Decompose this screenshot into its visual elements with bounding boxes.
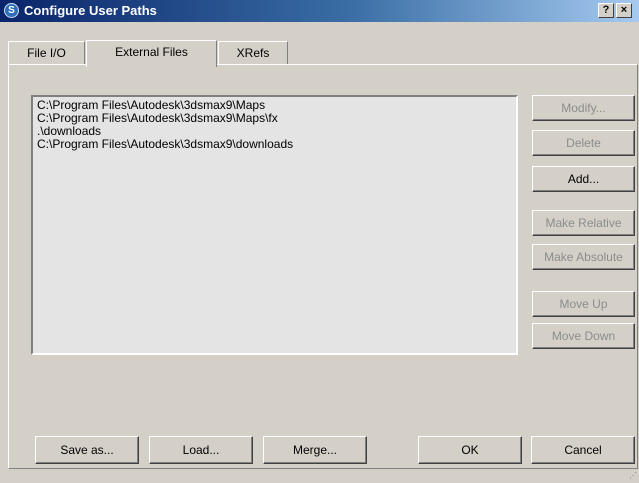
move-down-button[interactable]: Move Down [532,323,635,349]
save-as-button[interactable]: Save as... [35,436,139,464]
add-button[interactable]: Add... [532,166,635,192]
tab-xrefs[interactable]: XRefs [218,41,288,65]
app-icon: S [4,3,19,18]
list-item[interactable]: C:\Program Files\Autodesk\3dsmax9\Maps\f… [37,112,512,125]
tab-external-files[interactable]: External Files [86,40,217,67]
paths-list[interactable]: C:\Program Files\Autodesk\3dsmax9\Maps C… [31,95,518,355]
title-bar[interactable]: S Configure User Paths ? × [0,0,639,22]
delete-button[interactable]: Delete [532,130,635,156]
window-title: Configure User Paths [24,3,157,18]
help-button[interactable]: ? [598,3,614,18]
list-item[interactable]: C:\Program Files\Autodesk\3dsmax9\downlo… [37,138,512,151]
close-button[interactable]: × [616,3,632,18]
move-up-button[interactable]: Move Up [532,291,635,317]
load-button[interactable]: Load... [149,436,253,464]
cancel-button[interactable]: Cancel [531,436,635,464]
make-relative-button[interactable]: Make Relative [532,210,635,236]
resize-grip-icon[interactable]: ⋰ [627,471,637,481]
ok-button[interactable]: OK [418,436,522,464]
make-absolute-button[interactable]: Make Absolute [532,244,635,270]
tab-file-io[interactable]: File I/O [8,41,85,65]
modify-button[interactable]: Modify... [532,95,635,121]
merge-button[interactable]: Merge... [263,436,367,464]
